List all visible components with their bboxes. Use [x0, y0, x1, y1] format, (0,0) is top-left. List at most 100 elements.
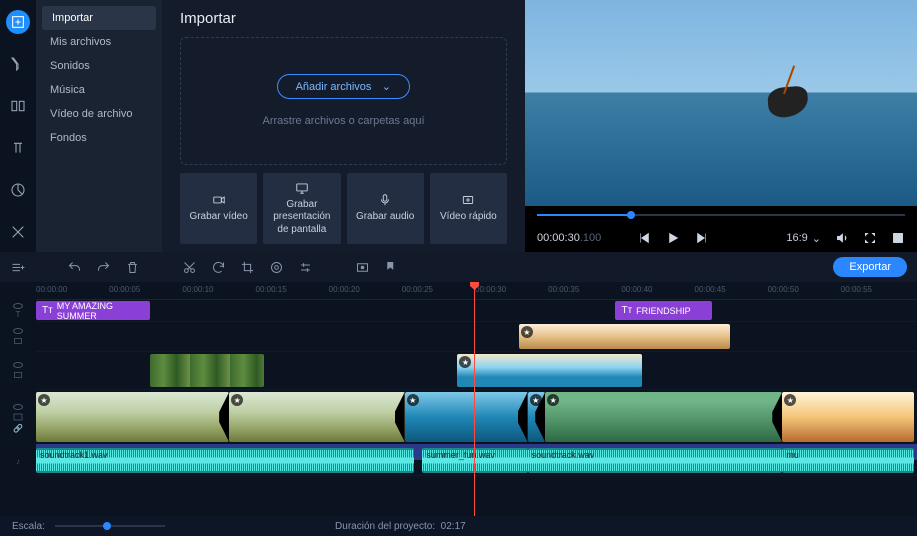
ruler-tick: 00:00:55 [841, 285, 872, 294]
tool-column [0, 0, 36, 252]
title-icon: Tᴛ [42, 305, 53, 316]
clip[interactable]: ★ [457, 354, 641, 387]
volume-button[interactable] [835, 231, 849, 245]
playhead[interactable] [474, 282, 475, 516]
overlay-track-header-1[interactable] [12, 322, 24, 352]
clip[interactable]: ★ [405, 392, 528, 442]
prev-frame-button[interactable] [638, 231, 652, 245]
clip[interactable]: ★ [782, 392, 914, 442]
import-panel: Importar Añadir archivos ⌄ Arrastre arch… [162, 0, 525, 252]
ruler-tick: 00:00:50 [768, 285, 799, 294]
title-icon: Tᴛ [621, 305, 632, 316]
marker-button[interactable] [384, 260, 399, 275]
ruler-tick: 00:00:15 [256, 285, 287, 294]
preview-timecode: 00:00:30.100 [537, 232, 601, 244]
record-screen-label: Grabar presentación de pantalla [267, 199, 336, 237]
overlay-track-header-2[interactable] [12, 352, 24, 390]
ruler-tick: 00:00:45 [695, 285, 726, 294]
film-icon [460, 193, 476, 207]
sidebar-item-sonidos[interactable]: Sonidos [36, 54, 162, 78]
record-audio-button[interactable]: Grabar audio [347, 173, 424, 245]
sidebar-item-mis-archivos[interactable]: Mis archivos [36, 30, 162, 54]
star-icon: ★ [530, 394, 542, 406]
star-icon: ★ [784, 394, 796, 406]
titles-tool[interactable] [6, 136, 30, 160]
add-files-label: Añadir archivos [296, 81, 372, 93]
preview-scrubber[interactable] [525, 206, 917, 224]
rotate-button[interactable] [211, 260, 226, 275]
crop-button[interactable] [240, 260, 255, 275]
audio-track-header[interactable]: ♪ [16, 446, 20, 476]
dropzone[interactable]: Añadir archivos ⌄ Arrastre archivos o ca… [180, 37, 507, 165]
timeline-toolbar: Exportar [0, 252, 917, 282]
video-track[interactable]: ★★★★★★ [36, 390, 917, 446]
ruler-tick: 00:00:25 [402, 285, 433, 294]
video-track-header[interactable]: 🔗 [12, 390, 24, 446]
clip[interactable]: Tᴛ MY AMAZING SUMMER [36, 301, 150, 320]
clip[interactable] [150, 354, 264, 387]
clip[interactable]: Tᴛ FRIENDSHIP [615, 301, 712, 320]
delete-button[interactable] [125, 260, 140, 275]
add-track-button[interactable] [10, 260, 25, 275]
zoom-slider[interactable] [55, 525, 165, 527]
sidebar-item-importar[interactable]: Importar [42, 6, 156, 30]
clip[interactable]: ★ [545, 392, 782, 442]
next-frame-button[interactable] [694, 231, 708, 245]
fullscreen-button[interactable] [863, 231, 877, 245]
status-bar: Escala: Duración del proyecto: 02:17 [0, 516, 917, 536]
redo-button[interactable] [96, 260, 111, 275]
preview-panel: 00:00:30.100 16:9 ⌄ [525, 0, 917, 252]
ruler-tick: 00:00:30 [475, 285, 506, 294]
stickers-tool[interactable] [6, 178, 30, 202]
cut-button[interactable] [182, 260, 197, 275]
overlay-track-1[interactable]: ★ [36, 322, 917, 352]
clip[interactable]: ★ [519, 324, 730, 349]
add-files-button[interactable]: Añadir archivos ⌄ [277, 74, 411, 99]
star-icon: ★ [521, 326, 533, 338]
adjust-button[interactable] [298, 260, 313, 275]
preview-video[interactable] [525, 0, 917, 206]
audio-track[interactable]: soundtrack1.wav summer_fun.wav soundtrack.… [36, 446, 917, 476]
title-clip-label: MY AMAZING SUMMER [57, 301, 144, 320]
clip[interactable]: ★ [36, 392, 229, 442]
clip[interactable]: ★ [229, 392, 405, 442]
audio-clip-label: summer_fun.wav [426, 450, 495, 460]
mic-icon [377, 193, 393, 207]
record-video-label: Grabar vídeo [189, 211, 247, 224]
ruler-tick: 00:00:10 [182, 285, 213, 294]
clip[interactable]: soundtrack1.wav [36, 448, 414, 473]
title-track[interactable]: Tᴛ MY AMAZING SUMMER Tᴛ FRIENDSHIP [36, 300, 917, 322]
more-tools[interactable] [6, 220, 30, 244]
import-title: Importar [180, 10, 507, 27]
aspect-ratio-select[interactable]: 16:9 ⌄ [786, 232, 821, 245]
sidebar-item-video-archivo[interactable]: Vídeo de archivo [36, 102, 162, 126]
audio-clip-label: soundtrack.wav [532, 450, 595, 460]
detach-button[interactable] [891, 231, 905, 245]
overlay-track-2[interactable]: ★ [36, 352, 917, 390]
clip[interactable]: soundtrack.wav [528, 448, 783, 473]
filters-tool[interactable] [6, 52, 30, 76]
sidebar-item-fondos[interactable]: Fondos [36, 126, 162, 150]
record-video-button[interactable]: Grabar vídeo [180, 173, 257, 245]
title-track-header[interactable]: T [13, 300, 23, 322]
ruler-tick: 00:00:35 [548, 285, 579, 294]
play-button[interactable] [666, 231, 680, 245]
record-vo-button[interactable] [355, 260, 370, 275]
color-button[interactable] [269, 260, 284, 275]
drag-hint: Arrastre archivos o carpetas aquí [262, 115, 424, 127]
ruler-tick: 00:00:40 [621, 285, 652, 294]
clip[interactable]: ★ [528, 392, 546, 442]
import-tool[interactable] [6, 10, 30, 34]
chevron-down-icon: ⌄ [812, 232, 821, 245]
transitions-tool[interactable] [6, 94, 30, 118]
export-button[interactable]: Exportar [833, 257, 907, 277]
quick-video-button[interactable]: Vídeo rápido [430, 173, 507, 245]
record-screen-button[interactable]: Grabar presentación de pantalla [263, 173, 340, 245]
title-clip-label: FRIENDSHIP [636, 306, 691, 316]
sidebar-item-musica[interactable]: Música [36, 78, 162, 102]
clip[interactable]: mu [782, 448, 914, 473]
import-sidebar: Importar Mis archivos Sonidos Música Víd… [36, 0, 162, 252]
monitor-icon [294, 181, 310, 195]
undo-button[interactable] [67, 260, 82, 275]
chevron-down-icon[interactable]: ⌄ [381, 80, 391, 93]
